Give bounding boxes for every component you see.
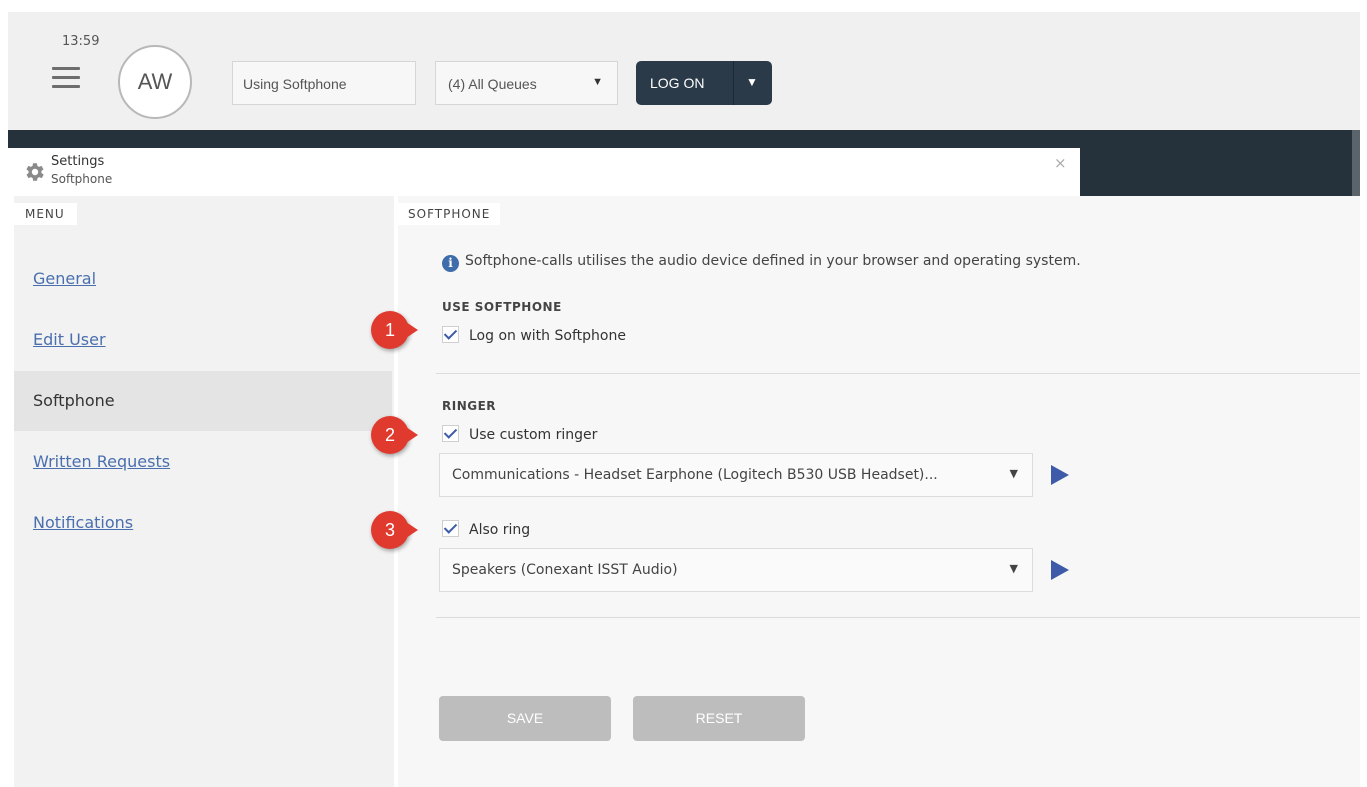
reset-button[interactable]: RESET: [633, 696, 805, 741]
softphone-panel: SOFTPHONE i Softphone-calls utilises the …: [398, 196, 1360, 787]
save-button[interactable]: SAVE: [439, 696, 611, 741]
ringer-title: RINGER: [442, 399, 497, 413]
ringer-device-select[interactable]: Communications - Headset Earphone (Logit…: [439, 453, 1033, 497]
gear-icon: [26, 163, 44, 181]
settings-menu: MENU General Edit User Softphone Written…: [14, 196, 394, 787]
menu-item-edit-user[interactable]: Edit User: [14, 310, 392, 370]
top-bar: 13:59 AW Using Softphone (4) All Queues …: [8, 12, 1360, 130]
dialog-title: Settings: [51, 154, 105, 169]
dialog-subtitle: Softphone: [51, 172, 113, 186]
also-ring-device-value: Speakers (Conexant ISST Audio): [452, 562, 678, 578]
info-message: i Softphone-calls utilises the audio devi…: [442, 253, 1081, 272]
clock: 13:59: [62, 34, 100, 49]
also-ring-device-select[interactable]: Speakers (Conexant ISST Audio) ▼: [439, 548, 1033, 592]
use-custom-ringer-checkbox[interactable]: Use custom ringer: [442, 425, 597, 443]
checkbox-checked-icon[interactable]: [442, 520, 459, 537]
divider: [436, 617, 1360, 618]
close-icon[interactable]: ×: [1054, 154, 1067, 172]
chevron-down-icon: ▼: [1009, 467, 1018, 480]
log-on-label: LOG ON: [650, 75, 705, 91]
hamburger-menu-icon[interactable]: [52, 67, 80, 91]
ringer-device-value: Communications - Headset Earphone (Logit…: [452, 467, 938, 483]
menu-item-written-requests[interactable]: Written Requests: [14, 432, 392, 492]
avatar[interactable]: AW: [118, 45, 192, 119]
callout-badge-2: 2: [371, 416, 418, 454]
play-also-ring-icon[interactable]: [1051, 560, 1069, 580]
checkbox-label: Log on with Softphone: [469, 328, 626, 344]
checkbox-checked-icon[interactable]: [442, 425, 459, 442]
checkbox-label: Also ring: [469, 522, 531, 538]
callout-badge-3: 3: [371, 511, 418, 549]
settings-dialog: Settings Softphone × MENU General Edit U…: [8, 148, 1360, 787]
section-heading: SOFTPHONE: [398, 203, 501, 225]
info-text: Softphone-calls utilises the audio devic…: [465, 253, 1081, 269]
play-ringer-icon[interactable]: [1051, 465, 1069, 485]
button-divider: [733, 61, 734, 105]
also-ring-checkbox[interactable]: Also ring: [442, 520, 530, 538]
softphone-mode-field[interactable]: Using Softphone: [232, 61, 416, 105]
menu-item-general[interactable]: General: [14, 249, 392, 309]
info-icon: i: [442, 255, 459, 272]
use-softphone-title: USE SOFTPHONE: [442, 300, 562, 314]
log-on-dropdown-icon[interactable]: ▼: [746, 75, 758, 89]
checkbox-checked-icon[interactable]: [442, 326, 459, 343]
queue-select-value: (4) All Queues: [448, 76, 537, 92]
divider: [436, 373, 1360, 374]
menu-item-notifications[interactable]: Notifications: [14, 493, 392, 553]
menu-item-softphone[interactable]: Softphone: [14, 371, 392, 431]
checkbox-label: Use custom ringer: [469, 427, 598, 443]
chevron-down-icon: ▼: [592, 76, 603, 88]
dialog-header: Settings Softphone ×: [8, 148, 1080, 196]
chevron-down-icon: ▼: [1009, 562, 1018, 575]
menu-heading: MENU: [14, 203, 77, 225]
queue-select[interactable]: (4) All Queues ▼: [435, 61, 618, 105]
log-on-button[interactable]: LOG ON ▼: [636, 61, 772, 105]
log-on-with-softphone-checkbox[interactable]: Log on with Softphone: [442, 326, 626, 344]
callout-badge-1: 1: [371, 311, 418, 349]
